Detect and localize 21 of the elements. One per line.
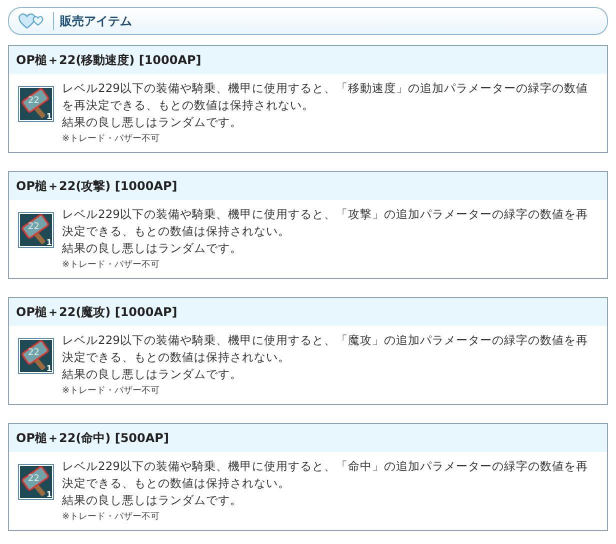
item-note: 結果の良し悪しはランダムです。 bbox=[62, 240, 243, 257]
hammer-icon: 22 1 bbox=[18, 86, 54, 122]
item-title: OP槌＋22(移動速度) [1000AP] bbox=[9, 46, 607, 74]
item-description: レベル229以下の装備や騎乗、機甲に使用すると、「攻撃」の追加パラメーターの緑字の数値を再決定できる、もとの数値は保持されない。 bbox=[62, 206, 589, 240]
item-note: 結果の良し悪しはランダムです。 bbox=[62, 492, 243, 509]
item-note: 結果の良し悪しはランダムです。 bbox=[62, 366, 243, 383]
trade-restriction: ※トレード・バザー不可 bbox=[62, 259, 161, 272]
item-description: レベル229以下の装備や騎乗、機甲に使用すると、「移動速度」の追加パラメーターの緑字の数値を再決定できる、もとの数値は保持されない。 bbox=[62, 80, 589, 114]
trade-restriction: ※トレード・バザー不可 bbox=[62, 511, 161, 524]
hammer-icon: 22 1 bbox=[18, 464, 54, 500]
item-note: 結果の良し悪しはランダムです。 bbox=[62, 114, 243, 131]
item-title: OP槌＋22(命中) [500AP] bbox=[9, 424, 607, 452]
item-title: OP槌＋22(攻撃) [1000AP] bbox=[9, 172, 607, 200]
trade-restriction: ※トレード・バザー不可 bbox=[62, 385, 161, 398]
trade-restriction: ※トレード・バザー不可 bbox=[62, 133, 161, 146]
hammer-icon: 22 1 bbox=[18, 338, 54, 374]
hammer-icon: 22 1 bbox=[18, 212, 54, 248]
section-title: 販売アイテム bbox=[60, 12, 132, 30]
item-description: レベル229以下の装備や騎乗、機甲に使用すると、「命中」の追加パラメーターの緑字の数値を再決定できる、もとの数値は保持されない。 bbox=[62, 458, 589, 492]
item-title: OP槌＋22(魔攻) [1000AP] bbox=[9, 298, 607, 326]
item-description: レベル229以下の装備や騎乗、機甲に使用すると、「魔攻」の追加パラメーターの緑字の数値を再決定できる、もとの数値は保持されない。 bbox=[62, 332, 589, 366]
